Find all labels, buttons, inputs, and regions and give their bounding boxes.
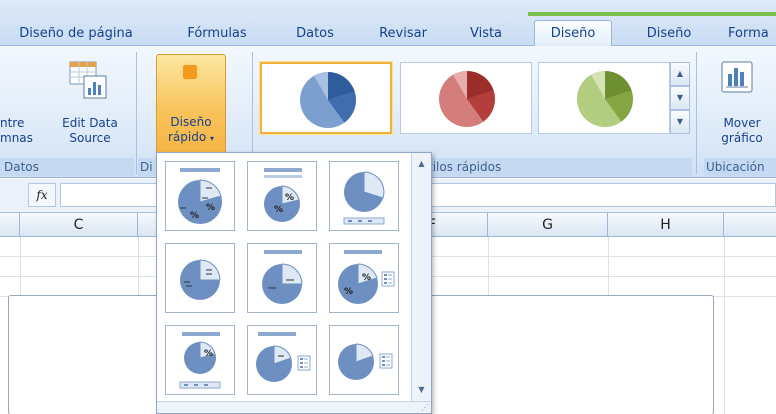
column-header-c[interactable]: C bbox=[20, 213, 138, 237]
chart-tools-context-strip bbox=[528, 12, 776, 16]
group-separator bbox=[696, 52, 697, 174]
styles-scroll-up-button[interactable]: ▲ bbox=[670, 62, 690, 86]
pie-layout-icon: % bbox=[179, 332, 221, 389]
resize-grip-icon[interactable]: ⋰ bbox=[421, 403, 429, 412]
layout-option-6[interactable]: % % bbox=[329, 243, 399, 313]
quick-layout-label-text: rápido bbox=[167, 130, 207, 144]
layout-option-5[interactable] bbox=[247, 243, 317, 313]
move-chart-button[interactable]: Mover gráfico bbox=[708, 116, 776, 146]
pie-layout-icon: % % bbox=[178, 168, 222, 224]
tab-diseno[interactable]: Diseño bbox=[632, 24, 706, 46]
styles-scroll-down-button[interactable]: ▼ bbox=[670, 86, 690, 110]
column-header-g[interactable]: G bbox=[488, 213, 608, 237]
styles-more-button[interactable]: ▼ bbox=[670, 110, 690, 134]
percent-label: % bbox=[344, 287, 353, 297]
move-chart-label-line2: gráfico bbox=[721, 131, 763, 145]
pie-layout-icon bbox=[180, 259, 221, 300]
pie-layout-icon bbox=[262, 250, 303, 304]
gallery-resize-bar[interactable]: ⋰ bbox=[157, 401, 431, 413]
tab-formato[interactable]: Forma bbox=[728, 24, 776, 46]
pie-layout-icon bbox=[343, 171, 385, 225]
gallery-scrollbar[interactable]: ▲ ▼ bbox=[411, 153, 431, 401]
layout-option-4[interactable] bbox=[165, 243, 235, 313]
layout-option-1[interactable]: % % bbox=[165, 161, 235, 231]
pie-layout-icon: % % bbox=[338, 250, 395, 304]
layout-option-7[interactable]: % bbox=[165, 325, 235, 395]
chart-style-red[interactable] bbox=[400, 62, 532, 134]
edit-data-source-icon bbox=[68, 60, 108, 105]
ribbon-tab-bar: Diseño de página Fórmulas Datos Revisar … bbox=[0, 0, 776, 47]
tab-revisar[interactable]: Revisar bbox=[370, 24, 436, 46]
percent-label: % bbox=[204, 349, 213, 359]
edit-data-label-line1: Edit Data bbox=[62, 116, 118, 130]
tab-datos[interactable]: Datos bbox=[286, 24, 344, 46]
move-chart-icon bbox=[720, 60, 754, 97]
layout-option-9[interactable] bbox=[329, 325, 399, 395]
gallery-scroll-down-icon[interactable]: ▼ bbox=[412, 381, 431, 399]
switch-label-line2: mnas bbox=[0, 131, 33, 145]
pie-layout-icon: % % bbox=[264, 168, 302, 222]
tab-diseno-active[interactable]: Diseño bbox=[534, 20, 612, 47]
pie-layout-icon bbox=[338, 343, 393, 380]
layout-option-8[interactable] bbox=[247, 325, 317, 395]
col-line bbox=[724, 237, 725, 414]
percent-label: % bbox=[190, 211, 199, 221]
group-label-datos: Datos bbox=[0, 158, 134, 176]
group-separator bbox=[136, 52, 137, 174]
quick-layout-button[interactable]: Diseño rápido ▾ bbox=[156, 54, 226, 158]
chart-style-green[interactable] bbox=[538, 62, 670, 134]
percent-label: % bbox=[362, 273, 371, 283]
column-header-partial[interactable] bbox=[0, 213, 20, 237]
tab-diseno-pagina[interactable]: Diseño de página bbox=[6, 24, 146, 46]
quick-layout-label-line1: Diseño bbox=[170, 115, 212, 129]
group-label-ubicacion: Ubicación bbox=[704, 158, 776, 176]
pie-chart-blue-icon bbox=[300, 72, 356, 128]
edit-data-source-button[interactable]: Edit Data Source bbox=[52, 116, 128, 146]
pie-chart-red-icon bbox=[439, 71, 495, 127]
tab-formulas[interactable]: Fórmulas bbox=[174, 24, 260, 46]
group-label-estilos: tilos rápidos bbox=[428, 158, 692, 176]
quick-layout-gallery: % % % % % % % ▲ ▼ ⋰ bbox=[156, 152, 432, 414]
percent-label: % bbox=[206, 203, 215, 213]
switch-row-column-button[interactable]: ntre mnas bbox=[0, 116, 40, 146]
pie-layout-icon bbox=[256, 332, 311, 382]
layout-option-2[interactable]: % % bbox=[247, 161, 317, 231]
quick-layout-label: Diseño rápido ▾ bbox=[157, 115, 225, 146]
dropdown-arrow-icon: ▾ bbox=[210, 134, 215, 143]
column-header-i[interactable] bbox=[724, 213, 776, 237]
column-header-h[interactable]: H bbox=[608, 213, 724, 237]
quick-layout-label-line2: rápido ▾ bbox=[157, 130, 225, 146]
tab-vista[interactable]: Vista bbox=[460, 24, 512, 46]
gallery-scroll-up-icon[interactable]: ▲ bbox=[412, 155, 431, 173]
insert-function-button[interactable]: fx bbox=[28, 183, 56, 207]
percent-label: % bbox=[285, 193, 294, 203]
percent-label: % bbox=[274, 205, 283, 215]
edit-data-label-line2: Source bbox=[69, 131, 111, 145]
chart-style-blue[interactable] bbox=[260, 62, 392, 134]
move-chart-label-line1: Mover bbox=[723, 116, 761, 130]
quick-layout-icon bbox=[183, 65, 197, 79]
switch-label-line1: ntre bbox=[0, 116, 25, 130]
layout-option-3[interactable] bbox=[329, 161, 399, 231]
pie-chart-green-icon bbox=[577, 71, 633, 127]
group-label-diseno: Di bbox=[138, 158, 156, 176]
